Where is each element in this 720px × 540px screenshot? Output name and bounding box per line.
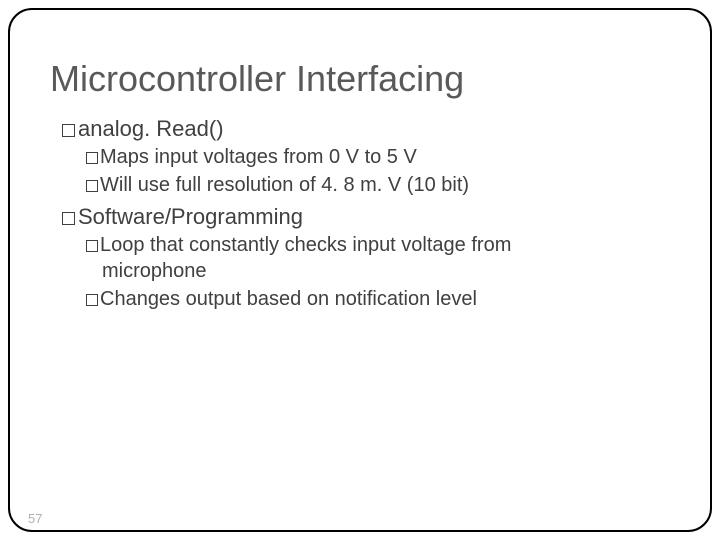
bullet-level2: Loop that constantly checks input voltag… [50, 232, 670, 258]
bullet-text: Changes output based on notification lev… [100, 288, 477, 310]
bullet-level2: Maps input voltages from 0 V to 5 V [50, 144, 670, 170]
square-bullet-icon [62, 212, 75, 225]
bullet-text: Software/Programming [78, 204, 303, 229]
square-bullet-icon [62, 124, 75, 137]
bullet-level1: analog. Read() [50, 116, 670, 142]
bullet-text: Will use full resolution of 4. 8 m. V (1… [100, 174, 469, 196]
bullet-text: analog. Read() [78, 116, 224, 141]
square-bullet-icon [86, 240, 98, 252]
bullet-text: Maps input voltages from 0 V to 5 V [100, 146, 417, 168]
bullet-level2: Will use full resolution of 4. 8 m. V (1… [50, 172, 670, 198]
bullet-continuation: microphone [50, 258, 670, 284]
bullet-text: Loop that constantly checks input voltag… [100, 234, 511, 256]
slide-number: 57 [28, 511, 42, 526]
slide-frame: Microcontroller Interfacing analog. Read… [8, 8, 712, 532]
square-bullet-icon [86, 294, 98, 306]
bullet-level1: Software/Programming [50, 204, 670, 230]
slide-title: Microcontroller Interfacing [50, 58, 670, 100]
bullet-text: microphone [102, 260, 207, 282]
square-bullet-icon [86, 180, 98, 192]
bullet-level2: Changes output based on notification lev… [50, 286, 670, 312]
square-bullet-icon [86, 152, 98, 164]
